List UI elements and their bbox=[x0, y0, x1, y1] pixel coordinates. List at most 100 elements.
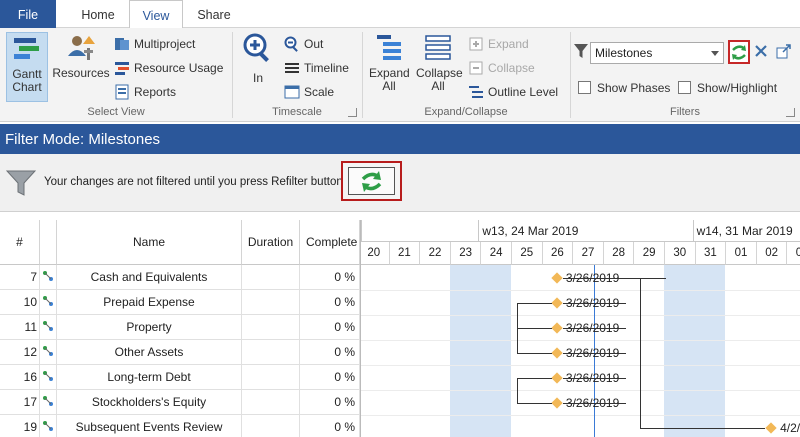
resource-usage-button[interactable]: Resource Usage bbox=[114, 58, 223, 78]
filter-select[interactable]: Milestones bbox=[590, 42, 724, 64]
scale-label: Scale bbox=[304, 85, 335, 99]
task-name[interactable]: Cash and Equivalents bbox=[57, 265, 242, 290]
task-name[interactable]: Stockholders's Equity bbox=[57, 390, 242, 415]
table-row[interactable]: 12 Other Assets 0 % bbox=[0, 340, 360, 365]
task-name[interactable]: Other Assets bbox=[57, 340, 242, 365]
row-gridline bbox=[361, 390, 800, 391]
milestone-diamond[interactable] bbox=[551, 371, 563, 384]
task-name[interactable]: Prepaid Expense bbox=[57, 290, 242, 315]
milestone-diamond[interactable] bbox=[551, 346, 563, 359]
tab-home[interactable]: Home bbox=[68, 0, 128, 28]
show-phases-checkbox[interactable]: Show Phases bbox=[578, 80, 670, 96]
outline-level-button[interactable]: Outline Level bbox=[468, 82, 558, 102]
column-header-name[interactable]: Name bbox=[57, 220, 242, 265]
row-id: 10 bbox=[0, 290, 40, 315]
timescale-launcher-icon[interactable] bbox=[348, 108, 357, 117]
column-header-duration[interactable]: Duration bbox=[242, 220, 300, 265]
reports-label: Reports bbox=[134, 85, 177, 99]
dependency-line bbox=[562, 327, 627, 329]
close-icon[interactable] bbox=[754, 44, 768, 58]
dependency-connector bbox=[517, 377, 518, 403]
refilter-button[interactable] bbox=[728, 40, 750, 64]
collapse-all-icon bbox=[422, 32, 454, 64]
filters-launcher-icon[interactable] bbox=[786, 108, 795, 117]
table-row[interactable]: 10 Prepaid Expense 0 % bbox=[0, 290, 360, 315]
export-icon[interactable] bbox=[776, 43, 792, 59]
table-row[interactable]: 7 Cash and Equivalents 0 % bbox=[0, 265, 360, 290]
ribbon: Gantt Chart Resources Multiproject Resou… bbox=[0, 28, 800, 122]
filter-mode-bar: Filter Mode: Milestones bbox=[0, 124, 800, 154]
milestone-diamond[interactable] bbox=[551, 396, 563, 409]
dependency-stub bbox=[517, 377, 552, 379]
resources-button[interactable]: Resources bbox=[52, 32, 110, 80]
day-header: 31 bbox=[694, 242, 726, 265]
multiproject-button[interactable]: Multiproject bbox=[114, 34, 195, 54]
column-header-complete[interactable]: Complete bbox=[300, 220, 360, 265]
expand-button[interactable]: Expand bbox=[468, 34, 529, 54]
show-highlight-checkbox[interactable]: Show/Highlight bbox=[678, 80, 777, 96]
gantt-chart-button[interactable]: Gantt Chart bbox=[6, 32, 48, 102]
task-duration[interactable] bbox=[242, 315, 300, 340]
dependency-stub bbox=[517, 302, 552, 304]
task-complete[interactable]: 0 % bbox=[300, 415, 360, 437]
task-name[interactable]: Subsequent Events Review bbox=[57, 415, 242, 437]
table-row[interactable]: 19 Subsequent Events Review 0 % bbox=[0, 415, 360, 437]
task-complete[interactable]: 0 % bbox=[300, 390, 360, 415]
timeline-button[interactable]: Timeline bbox=[284, 58, 349, 78]
week-header-previous bbox=[361, 220, 479, 242]
task-duration[interactable] bbox=[242, 365, 300, 390]
task-duration[interactable] bbox=[242, 390, 300, 415]
multiproject-label: Multiproject bbox=[134, 37, 196, 51]
task-complete[interactable]: 0 % bbox=[300, 365, 360, 390]
filter-selected-value: Milestones bbox=[595, 46, 653, 60]
scale-button[interactable]: Scale bbox=[284, 82, 334, 102]
row-id: 17 bbox=[0, 390, 40, 415]
task-complete[interactable]: 0 % bbox=[300, 340, 360, 365]
table-row[interactable]: 17 Stockholders's Equity 0 % bbox=[0, 390, 360, 415]
zoom-out-icon bbox=[284, 36, 300, 52]
milestone-diamond[interactable] bbox=[551, 271, 563, 284]
task-link-icon bbox=[40, 315, 57, 340]
filter-icon bbox=[574, 43, 588, 59]
day-header: 22 bbox=[419, 242, 450, 265]
milestone-diamond[interactable] bbox=[551, 321, 563, 334]
task-complete[interactable]: 0 % bbox=[300, 315, 360, 340]
dependency-line bbox=[562, 377, 627, 379]
milestone-diamond[interactable] bbox=[765, 421, 777, 434]
task-name[interactable]: Property bbox=[57, 315, 242, 340]
refilter-button-large[interactable] bbox=[341, 161, 402, 201]
column-header-id[interactable]: # bbox=[0, 220, 40, 265]
expand-all-button[interactable]: Expand All bbox=[366, 32, 412, 93]
collapse-all-label: Collapse All bbox=[416, 66, 463, 93]
table-row[interactable]: 11 Property 0 % bbox=[0, 315, 360, 340]
reports-button[interactable]: Reports bbox=[114, 82, 176, 102]
task-name[interactable]: Long-term Debt bbox=[57, 365, 242, 390]
task-link-icon bbox=[40, 340, 57, 365]
task-complete[interactable]: 0 % bbox=[300, 265, 360, 290]
task-complete[interactable]: 0 % bbox=[300, 290, 360, 315]
table-row[interactable]: 16 Long-term Debt 0 % bbox=[0, 365, 360, 390]
scale-icon bbox=[284, 84, 300, 100]
tab-file[interactable]: File bbox=[0, 0, 56, 28]
tab-view[interactable]: View bbox=[129, 0, 183, 29]
zoom-in-button[interactable]: In bbox=[240, 32, 276, 85]
row-gridline bbox=[361, 315, 800, 316]
timeline-label: Timeline bbox=[304, 61, 349, 75]
tab-share[interactable]: Share bbox=[188, 0, 240, 28]
milestone-diamond[interactable] bbox=[551, 296, 563, 309]
row-id: 11 bbox=[0, 315, 40, 340]
task-duration[interactable] bbox=[242, 415, 300, 437]
week-header: w14, 31 Mar 2019 bbox=[692, 220, 800, 242]
zoom-out-button[interactable]: Out bbox=[284, 34, 323, 54]
collapse-button[interactable]: Collapse bbox=[468, 58, 535, 78]
day-header: 30 bbox=[664, 242, 695, 265]
collapse-all-button[interactable]: Collapse All bbox=[414, 32, 463, 93]
task-duration[interactable] bbox=[242, 290, 300, 315]
timescale-group-label: Timescale bbox=[272, 106, 322, 118]
filter-notice: Your changes are not filtered until you … bbox=[0, 154, 800, 212]
dependency-connector bbox=[639, 277, 641, 428]
select-view-group-label: Select View bbox=[87, 106, 145, 118]
task-duration[interactable] bbox=[242, 340, 300, 365]
task-duration[interactable] bbox=[242, 265, 300, 290]
column-header-indicator[interactable] bbox=[40, 220, 57, 265]
